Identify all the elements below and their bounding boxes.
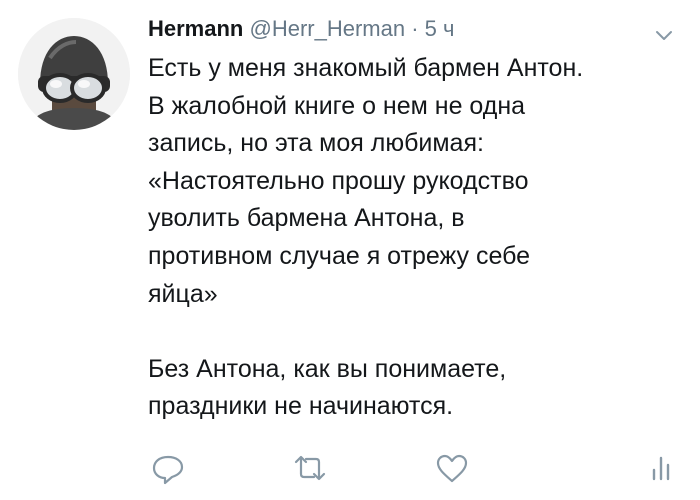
reply-button[interactable] [146, 448, 190, 488]
tweet-actions [0, 448, 700, 488]
chevron-down-icon [656, 31, 672, 40]
tweet-timestamp[interactable]: 5 ч [425, 16, 455, 41]
more-options-button[interactable] [650, 26, 678, 46]
analytics-button[interactable] [640, 448, 684, 488]
author-name[interactable]: Hermann [148, 16, 243, 41]
author-handle[interactable]: @Herr_Herman [249, 16, 405, 41]
avatar-image [18, 18, 130, 130]
retweet-icon [294, 455, 326, 481]
tweet-card: Hermann @Herr_Herman · 5 ч Есть у меня з… [0, 0, 700, 500]
reply-icon [152, 455, 184, 485]
tweet-text: Есть у меня знакомый бармен Антон. В жал… [148, 50, 693, 426]
heart-icon [436, 454, 468, 483]
avatar[interactable] [18, 18, 130, 130]
header-separator: · [411, 16, 419, 41]
retweet-button[interactable] [288, 448, 332, 488]
tweet-paragraph: Есть у меня знакомый бармен Антон. В жал… [148, 54, 584, 308]
tweet-paragraph: Без Антона, как вы понимаете, праздники … [148, 354, 507, 421]
tweet-header: Hermann @Herr_Herman · 5 ч [148, 14, 454, 44]
like-button[interactable] [430, 448, 474, 488]
analytics-icon [652, 456, 670, 481]
